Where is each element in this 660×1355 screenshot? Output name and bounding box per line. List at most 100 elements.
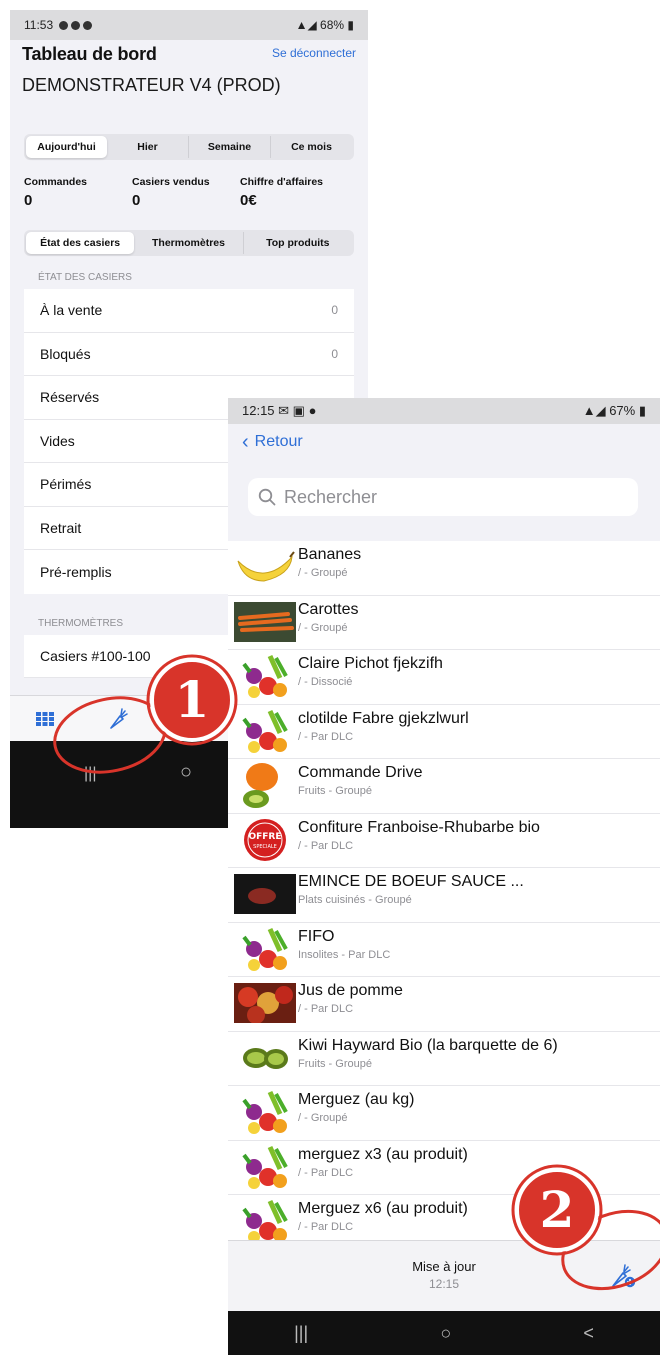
home-button[interactable]: ○ [440, 1323, 451, 1344]
search-input[interactable]: Rechercher [248, 478, 638, 516]
tab-thermometers[interactable]: Thermomètres [134, 232, 244, 254]
product-row[interactable]: FIFO Insolites - Par DLC [228, 923, 660, 977]
status-icons: ✉ ▣ ● [278, 403, 317, 418]
product-thumbnail [228, 868, 298, 920]
list-item-label: Retrait [40, 519, 82, 536]
annotation-badge-2: 2 [511, 1164, 660, 1291]
product-subtitle: Fruits - Groupé [298, 1057, 372, 1070]
product-name: Confiture Franboise-Rhubarbe bio [298, 818, 540, 836]
product-row[interactable]: Jus de pomme / - Par DLC [228, 977, 660, 1032]
system-nav-bar: ||| ○ < [228, 1311, 660, 1355]
status-bar: 12:15 ✉ ▣ ● ▲◢ 67% ▮ [228, 398, 660, 424]
product-text: Commande Drive Fruits - Groupé [298, 759, 422, 797]
section-header-lockers: ÉTAT DES CASIERS [38, 272, 132, 283]
stats-summary: Commandes 0 Casiers vendus 0 Chiffre d'a… [10, 160, 368, 230]
tab-locker-state[interactable]: État des casiers [26, 232, 135, 254]
status-battery: 68% [320, 18, 345, 32]
stat-value: 0€ [240, 192, 257, 209]
stat-revenue: Chiffre d'affaires 0€ [240, 176, 348, 230]
product-subtitle: / - Groupé [298, 567, 348, 579]
stat-orders: Commandes 0 [24, 176, 132, 230]
list-item-label: Réservés [40, 389, 100, 406]
product-subtitle: / - Groupé [298, 1112, 348, 1124]
product-row[interactable]: clotilde Fabre gjekzlwurl / - Par DLC [228, 705, 660, 759]
product-text: Jus de pomme / - Par DLC [298, 977, 403, 1015]
product-text: clotilde Fabre gjekzlwurl / - Par DLC [298, 705, 469, 743]
product-row[interactable]: Claire Pichot fjekzifh / - Dissocié [228, 650, 660, 705]
annotation-badge-1: 1 [53, 654, 238, 774]
stat-lockers-sold: Casiers vendus 0 [132, 176, 240, 230]
product-name: EMINCE DE BOEUF SAUCE ... [298, 873, 524, 890]
product-thumbnail [228, 977, 298, 1029]
product-row[interactable]: OFFRE SPECIALE Confiture Franboise-Rhubarb… [228, 814, 660, 868]
recent-apps-button[interactable]: ||| [294, 1323, 308, 1344]
site-name: DEMONSTRATEUR V4 (PROD) [22, 75, 281, 95]
product-name: Kiwi Hayward Bio (la barquette de 6) [298, 1036, 558, 1054]
list-item-label: Vides [40, 432, 75, 449]
product-list: Bananes / - Groupé Carottes / - Groupé Clair… [228, 541, 660, 1250]
product-subtitle: / - Par DLC [298, 730, 354, 743]
list-item[interactable]: À la vente 0 [24, 289, 354, 333]
product-subtitle: / - Dissocié [298, 676, 353, 688]
svg-text:SPECIALE: SPECIALE [253, 844, 277, 850]
product-text: merguez x3 (au produit) / - Par DLC [298, 1141, 468, 1179]
back-nav-button[interactable]: < [583, 1323, 594, 1344]
product-row[interactable]: Merguez (au kg) / - Groupé [228, 1086, 660, 1141]
status-time: 12:15 [242, 403, 275, 418]
stat-label: Commandes [24, 176, 88, 188]
status-time: 11:53 [24, 18, 54, 32]
list-item-label: Bloqués [40, 345, 91, 362]
svg-text:OFFRE: OFFRE [248, 832, 281, 842]
product-subtitle: / - Par DLC [298, 1003, 354, 1015]
list-item-label: Périmés [40, 476, 92, 493]
product-thumbnail [228, 541, 298, 593]
search-placeholder: Rechercher [284, 486, 378, 507]
dashboard-header: Tableau de bord Se déconnecter DEMONSTRA… [10, 40, 368, 134]
product-subtitle: / - Par DLC [298, 1221, 354, 1233]
product-row[interactable]: Commande Drive Fruits - Groupé [228, 759, 660, 814]
section-tabs: État des casiers Thermomètres Top produi… [24, 230, 354, 256]
period-month[interactable]: Ce mois [271, 136, 352, 158]
product-text: Merguez (au kg) / - Groupé [298, 1086, 415, 1124]
list-item-value: 0 [331, 303, 338, 318]
stat-value: 0 [132, 192, 141, 209]
logout-link[interactable]: Se déconnecter [272, 46, 356, 60]
product-text: Confiture Franboise-Rhubarbe bio / - Par … [298, 814, 540, 852]
list-item[interactable]: Bloqués 0 [24, 333, 354, 376]
stat-label: Casiers vendus [132, 176, 210, 188]
stat-label: Chiffre d'affaires [240, 176, 324, 188]
product-text: Kiwi Hayward Bio (la barquette de 6) Frui… [298, 1032, 558, 1070]
product-subtitle: Fruits - Groupé [298, 785, 372, 797]
list-item-value: 0 [331, 346, 338, 361]
back-button[interactable]: ‹ Retour [228, 424, 660, 460]
product-name: Carottes [298, 600, 359, 618]
product-name: Commande Drive [298, 764, 423, 781]
product-row[interactable]: Bananes / - Groupé [228, 541, 660, 596]
period-selector: Aujourd'hui Hier Semaine Ce mois [24, 134, 354, 160]
product-name: merguez x3 (au produit) [298, 1145, 468, 1163]
product-name: Merguez x6 (au produit) [298, 1200, 468, 1217]
product-text: FIFO Insolites - Par DLC [298, 923, 390, 961]
product-thumbnail [228, 1086, 298, 1138]
badge-number: 2 [540, 1180, 575, 1239]
tab-top-products[interactable]: Top produits [244, 232, 352, 254]
back-label: Retour [254, 433, 303, 450]
product-subtitle: / - Par DLC [298, 1166, 354, 1179]
period-today[interactable]: Aujourd'hui [26, 136, 107, 158]
product-row[interactable]: Carottes / - Groupé [228, 596, 660, 650]
product-text: Claire Pichot fjekzifh / - Dissocié [298, 650, 443, 688]
product-row[interactable]: EMINCE DE BOEUF SAUCE ... Plats cuisinés … [228, 868, 660, 923]
badge-number: 1 [175, 670, 210, 729]
search-icon [258, 488, 276, 506]
list-item-label: À la vente [40, 302, 103, 319]
product-text: Carottes / - Groupé [298, 596, 358, 634]
product-thumbnail [228, 923, 298, 975]
product-row[interactable]: Kiwi Hayward Bio (la barquette de 6) Frui… [228, 1032, 660, 1086]
period-week[interactable]: Semaine [189, 136, 271, 158]
status-battery: 67% [609, 403, 636, 418]
period-yesterday[interactable]: Hier [107, 136, 189, 158]
product-name: FIFO [298, 927, 335, 945]
stat-value: 0 [24, 192, 33, 209]
status-icons [56, 18, 93, 32]
product-thumbnail: OFFRE SPECIALE [228, 814, 298, 866]
